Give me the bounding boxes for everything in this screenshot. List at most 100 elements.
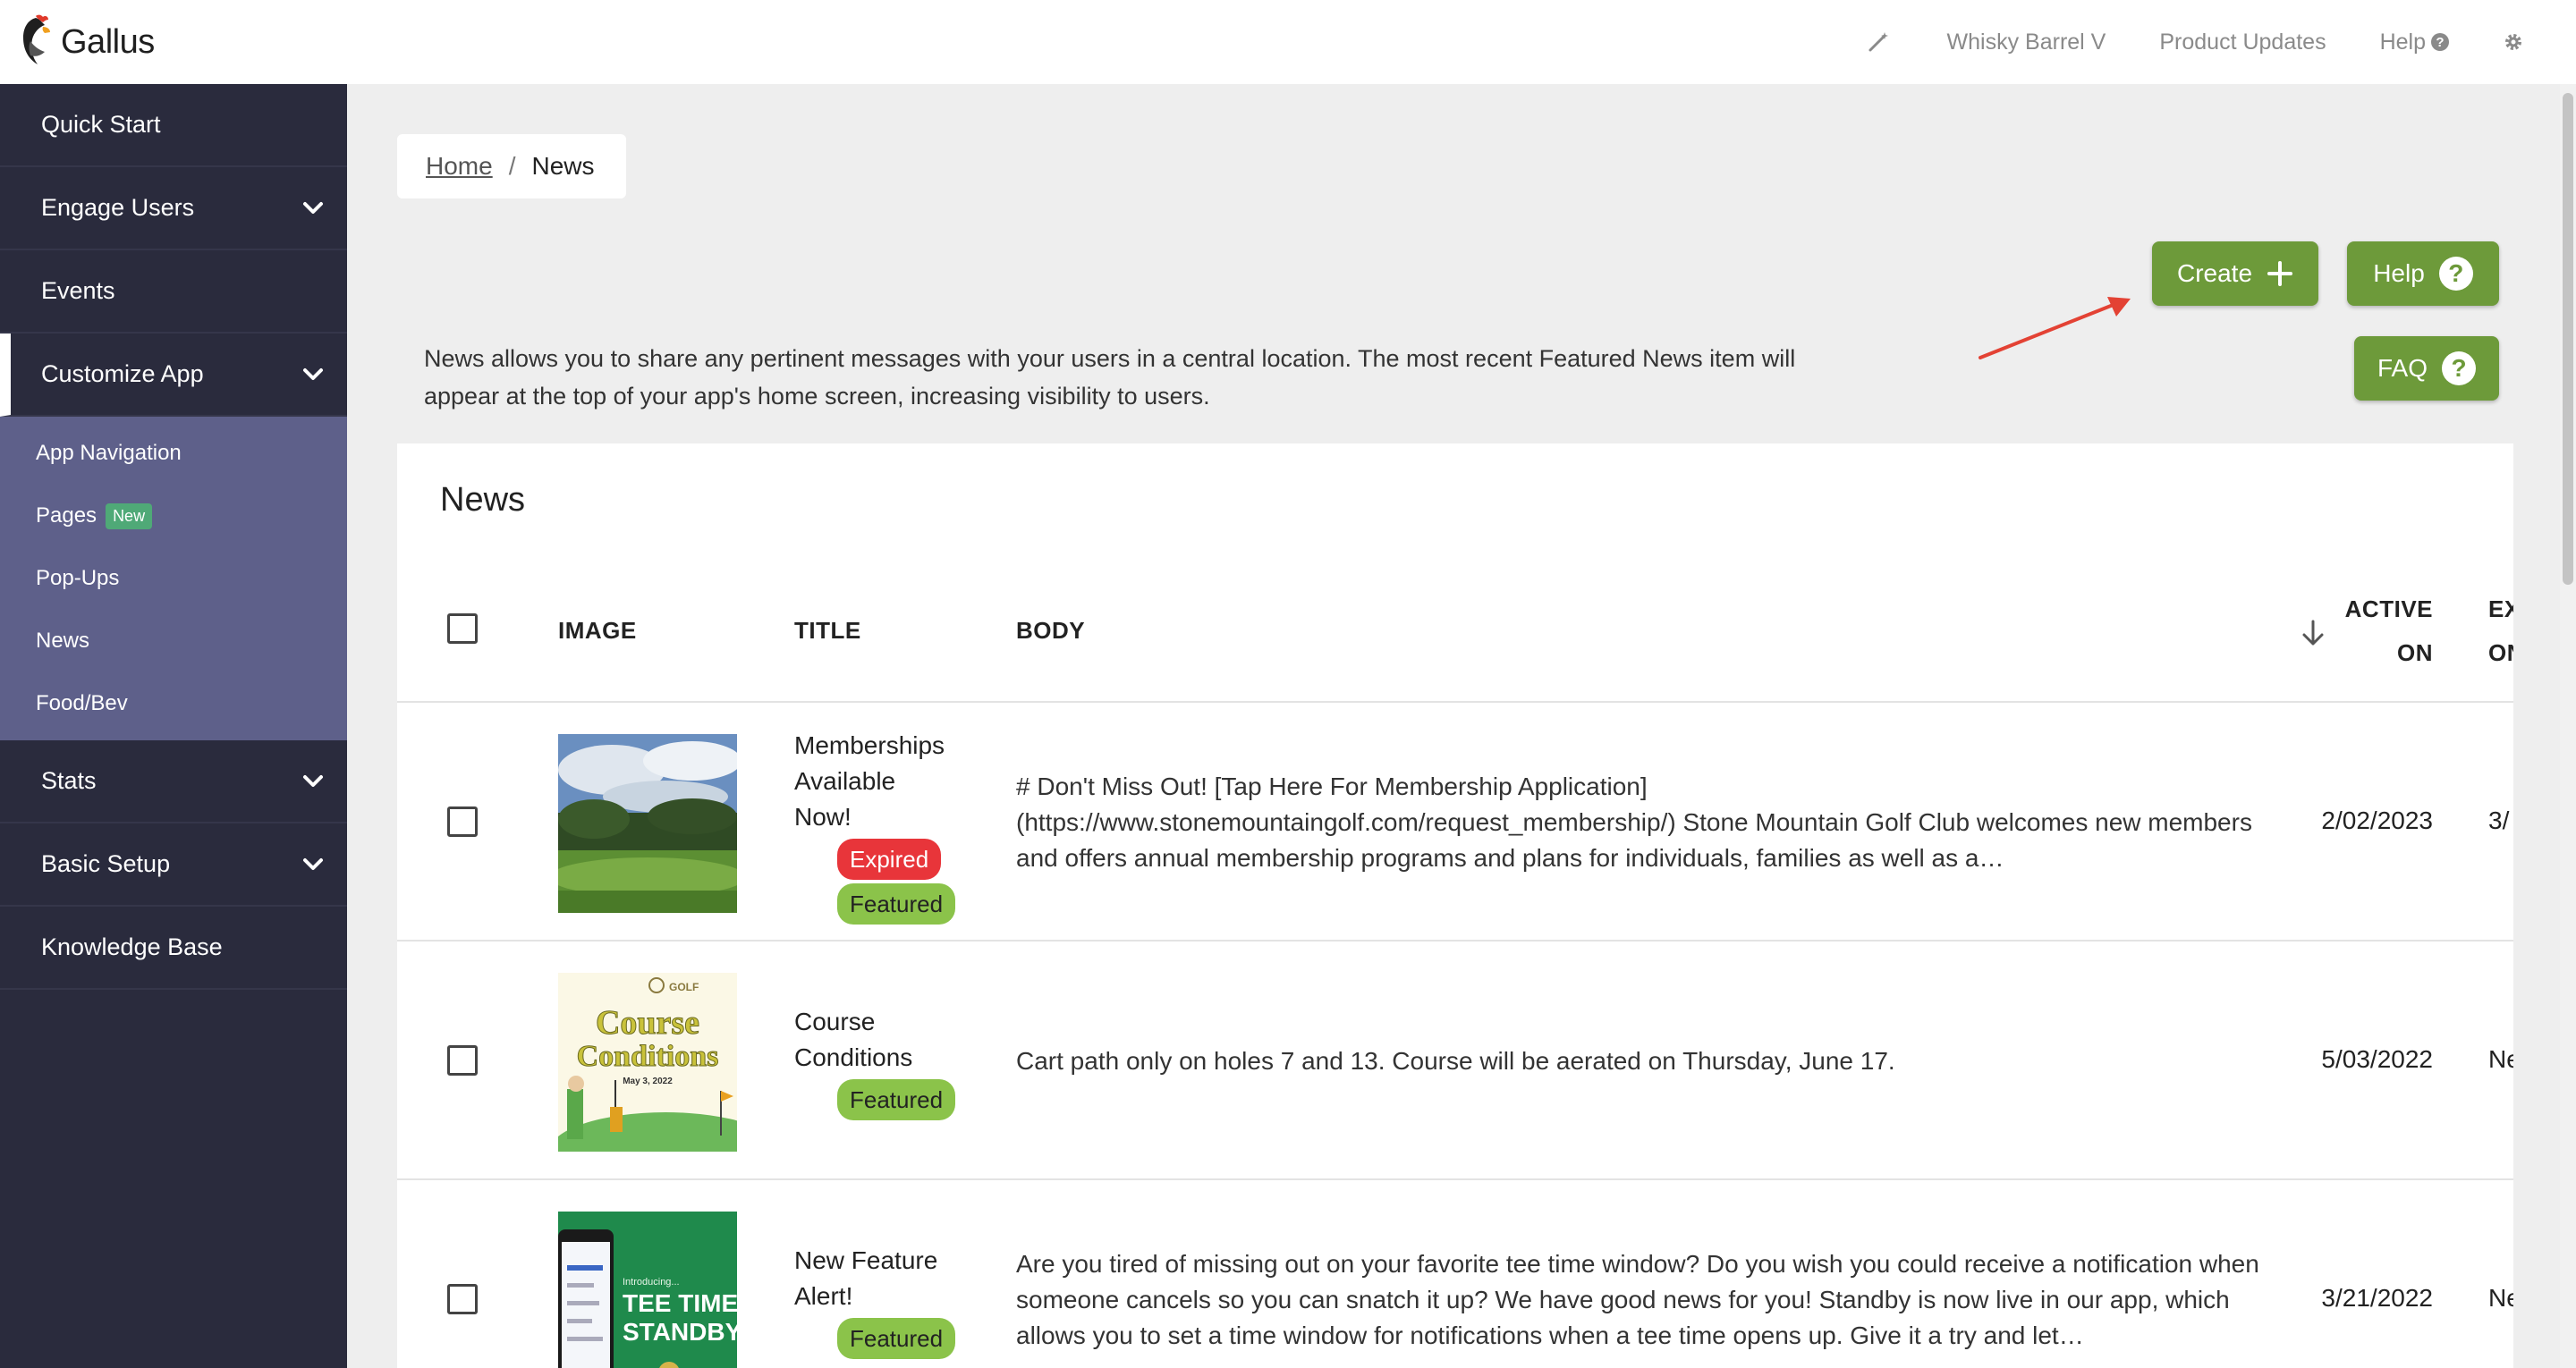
row-checkbox[interactable] xyxy=(447,806,478,837)
sidebar-item-label: Engage Users xyxy=(41,194,195,221)
row-checkbox[interactable] xyxy=(447,1284,478,1314)
sidebar-subitem-pages[interactable]: Pages New xyxy=(0,485,347,547)
gear-icon[interactable] xyxy=(2503,31,2524,53)
chevron-down-icon xyxy=(303,857,323,870)
table-row[interactable]: Memberships Available Now! Expired Featu… xyxy=(397,703,2513,942)
row-title-line: Alert! xyxy=(794,1282,853,1310)
row-title-line: Course xyxy=(794,1008,876,1035)
card-title: News xyxy=(440,481,526,519)
sidebar-item-basic-setup[interactable]: Basic Setup xyxy=(0,823,347,907)
sidebar-item-label: Events xyxy=(41,277,115,304)
row-body: Are you tired of missing out on your fav… xyxy=(1016,1250,2259,1349)
intro-text: News allows you to share any pertinent m… xyxy=(424,345,1796,410)
scrollbar-thumb[interactable] xyxy=(2563,93,2573,585)
sidebar-item-label: Knowledge Base xyxy=(41,933,223,960)
row-expires: 3/ xyxy=(2488,806,2510,834)
top-link-account[interactable]: Whisky Barrel V xyxy=(1947,30,2106,55)
help-button-label: Help xyxy=(2373,259,2425,287)
breadcrumb-home-link[interactable]: Home xyxy=(426,152,493,181)
sidebar-subitem-news[interactable]: News xyxy=(0,610,347,672)
row-title[interactable]: New Feature Alert! Featured xyxy=(794,1243,956,1359)
sidebar-subitem-label: Pop-Ups xyxy=(36,566,120,590)
brand-name: Gallus xyxy=(61,22,155,61)
column-active-on-line1: ACTIVE xyxy=(2344,595,2433,622)
row-checkbox[interactable] xyxy=(447,1045,478,1076)
sidebar-item-label: Customize App xyxy=(41,360,204,387)
sidebar-subitem-label: News xyxy=(36,629,90,653)
news-image-golf-course xyxy=(558,734,737,913)
top-links: Whisky Barrel V Product Updates Help ? xyxy=(1867,0,2576,84)
row-title-line: Memberships xyxy=(794,731,945,759)
row-title-line: Now! xyxy=(794,803,852,831)
sidebar-subitem-app-navigation[interactable]: App Navigation xyxy=(0,422,347,485)
sidebar-item-label: Stats xyxy=(41,767,97,794)
breadcrumb-separator: / xyxy=(508,152,516,180)
select-all-checkbox[interactable] xyxy=(447,613,478,644)
faq-button[interactable]: FAQ ? xyxy=(2354,336,2499,401)
column-active-on[interactable]: ACTIVE ON xyxy=(2343,595,2433,667)
chevron-down-icon xyxy=(303,774,323,787)
column-expires-line2: ON xyxy=(2488,639,2513,666)
brand[interactable]: Gallus xyxy=(0,0,155,84)
sidebar-subitem-label: Pages xyxy=(36,503,97,528)
thumb-line2: Conditions xyxy=(577,1040,719,1073)
table-row[interactable]: GOLF Course Conditions May 3, 2022 Cours… xyxy=(397,942,2513,1180)
column-expires-line1: EX xyxy=(2488,595,2513,622)
sort-arrow-down-icon[interactable] xyxy=(2301,619,2326,647)
page-scrollbar[interactable] xyxy=(2560,84,2576,1368)
thumb-logo-text: GOLF xyxy=(669,981,699,993)
new-badge: New xyxy=(106,502,153,529)
chevron-down-icon xyxy=(303,367,323,380)
sidebar-subitem-label: Food/Bev xyxy=(36,691,128,715)
row-expires: Ne xyxy=(2488,1284,2513,1312)
row-body: # Don't Miss Out! [Tap Here For Membersh… xyxy=(1016,773,2252,872)
row-title[interactable]: Course Conditions Featured xyxy=(794,1004,956,1120)
news-image-tee-time-standby: Introducing... TEE TIME STANDBY xyxy=(558,1212,737,1368)
help-button[interactable]: Help ? xyxy=(2347,241,2499,306)
column-active-on-line2: ON xyxy=(2397,639,2433,666)
table-header: IMAGE TITLE BODY ACTIVE ON EX ON xyxy=(397,560,2513,703)
top-link-help-label: Help xyxy=(2379,29,2426,55)
thumb-big-text-2: STANDBY xyxy=(623,1318,737,1346)
question-icon: ? xyxy=(2431,33,2449,51)
sidebar-item-label: Quick Start xyxy=(41,111,161,138)
thumb-small-text: Introducing... xyxy=(623,1277,680,1288)
featured-badge: Featured xyxy=(837,883,956,925)
annotation-arrow xyxy=(1979,297,2131,359)
sidebar-item-quick-start[interactable]: Quick Start xyxy=(0,84,347,167)
magic-wand-icon[interactable] xyxy=(1867,30,1890,54)
sidebar-subitem-label: App Navigation xyxy=(36,441,182,465)
news-table: IMAGE TITLE BODY ACTIVE ON EX ON xyxy=(397,560,2513,1368)
thumb-big-text-1: TEE TIME xyxy=(623,1289,737,1317)
thumb-date: May 3, 2022 xyxy=(623,1077,673,1086)
column-image: IMAGE xyxy=(558,617,637,644)
column-expires-on[interactable]: EX ON xyxy=(2488,595,2513,667)
expired-badge: Expired xyxy=(837,839,942,880)
breadcrumb: Home / News xyxy=(397,134,626,198)
sidebar-item-knowledge-base[interactable]: Knowledge Base xyxy=(0,907,347,990)
create-button-label: Create xyxy=(2176,259,2253,287)
top-link-product-updates[interactable]: Product Updates xyxy=(2159,30,2326,55)
sidebar-item-customize-app[interactable]: Customize App xyxy=(0,334,347,417)
featured-badge: Featured xyxy=(837,1318,956,1359)
sidebar-subitem-pop-ups[interactable]: Pop-Ups xyxy=(0,547,347,610)
row-expires: Ne xyxy=(2488,1045,2513,1073)
sidebar-item-label: Basic Setup xyxy=(41,850,171,877)
row-title-line: New Feature xyxy=(794,1246,938,1274)
create-button[interactable]: Create xyxy=(2152,241,2318,306)
top-link-help[interactable]: Help ? xyxy=(2380,30,2449,55)
sidebar-item-engage-users[interactable]: Engage Users xyxy=(0,167,347,250)
news-card: News IMAGE TITLE BODY ACTIVE ON EX ON xyxy=(397,443,2513,1368)
row-active-on: 5/03/2022 xyxy=(2321,1045,2433,1073)
question-circle-icon: ? xyxy=(2438,257,2473,291)
table-row[interactable]: Introducing... TEE TIME STANDBY New Feat… xyxy=(397,1180,2513,1368)
row-active-on: 2/02/2023 xyxy=(2321,806,2433,834)
breadcrumb-current: News xyxy=(531,152,595,180)
sidebar-subitem-food-bev[interactable]: Food/Bev xyxy=(0,672,347,735)
sidebar-item-stats[interactable]: Stats xyxy=(0,740,347,823)
thumb-line1: Course xyxy=(596,1004,699,1042)
customize-app-submenu: App Navigation Pages New Pop-Ups News Fo… xyxy=(0,417,347,740)
sidebar-item-events[interactable]: Events xyxy=(0,250,347,334)
row-title[interactable]: Memberships Available Now! Expired Featu… xyxy=(794,728,956,925)
plus-icon xyxy=(2267,260,2293,287)
